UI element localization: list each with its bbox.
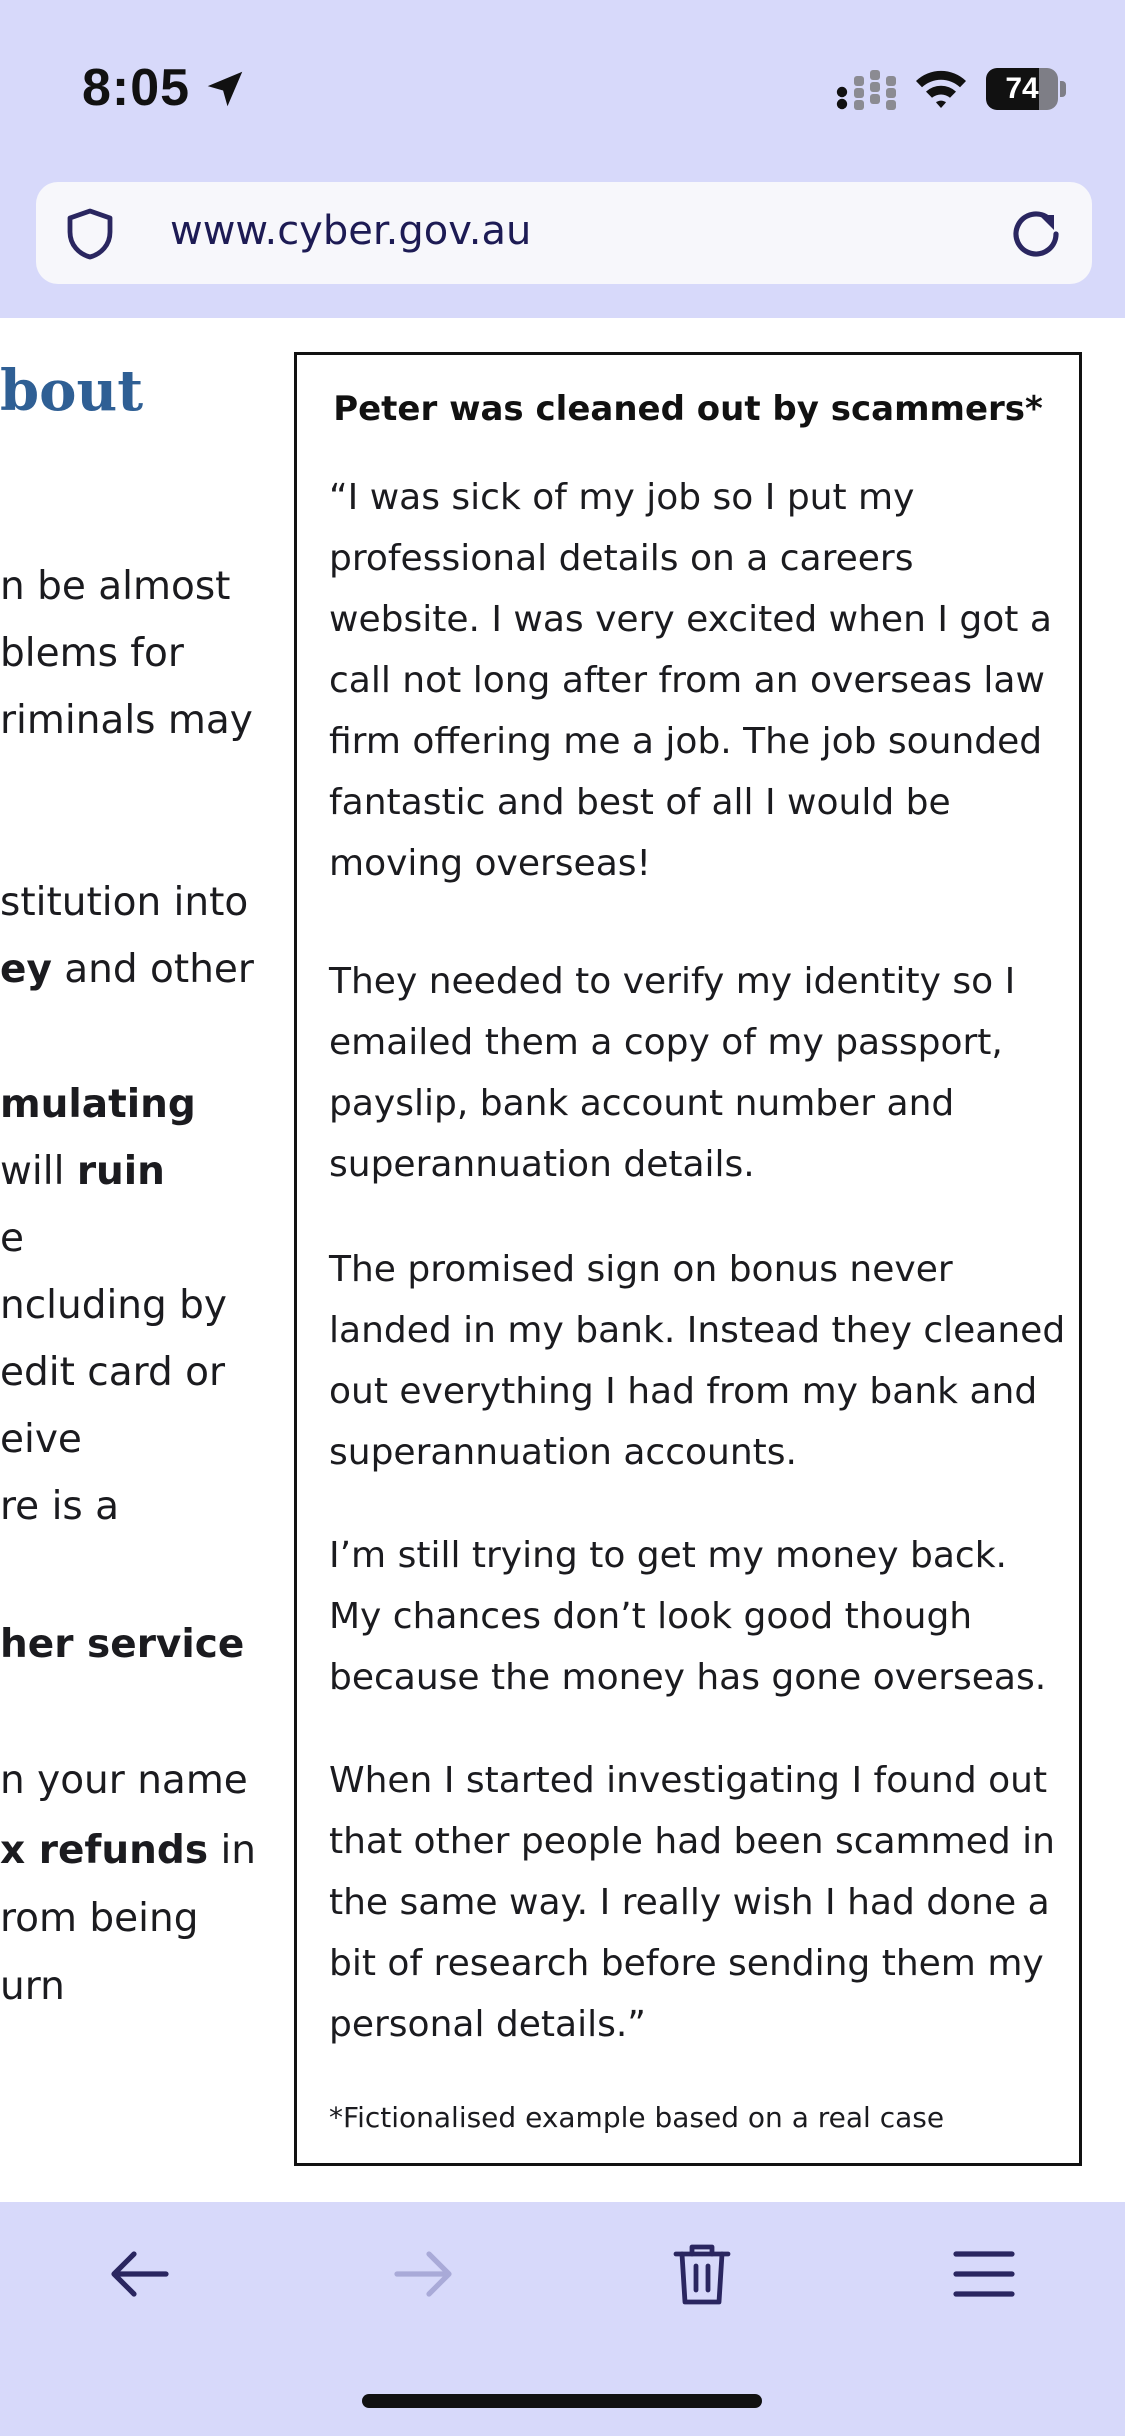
left-column-line: will ruin	[0, 1149, 165, 1194]
signal-icon	[836, 70, 896, 110]
case-study-box: Peter was cleaned out by scammers* “I wa…	[294, 352, 1082, 2166]
left-column-line: ey and other	[0, 947, 254, 992]
left-column-line: stitution into	[0, 880, 249, 925]
left-column-line: riminals may	[0, 698, 253, 743]
address-bar[interactable]: www.cyber.gov.au	[36, 182, 1092, 284]
arrow-left-icon	[111, 2251, 169, 2297]
left-column-line: n be almost	[0, 564, 231, 609]
left-column-line: her service	[0, 1622, 245, 1667]
reload-icon[interactable]	[1006, 204, 1066, 264]
left-column-line: edit card or	[0, 1350, 226, 1395]
battery-icon: 74	[986, 68, 1066, 110]
left-column-heading: bout	[0, 358, 144, 424]
left-column-line: eive	[0, 1417, 82, 1462]
hamburger-menu-icon	[953, 2251, 1015, 2297]
forward-button[interactable]	[383, 2234, 463, 2314]
url-text[interactable]: www.cyber.gov.au	[170, 208, 531, 254]
case-study-paragraph: The promised sign on bonus never landed …	[329, 1249, 1066, 1473]
left-column-line: e	[0, 1216, 24, 1261]
left-column-line: mulating	[0, 1082, 196, 1127]
battery-level: 74	[1005, 72, 1039, 105]
left-column-line: ncluding by	[0, 1283, 228, 1328]
left-column-line: n your name	[0, 1758, 248, 1803]
left-column-line: blems for	[0, 631, 184, 676]
left-column-line: rom being	[0, 1896, 199, 1941]
case-study-footnote: *Fictionalised example based on a real c…	[329, 2101, 945, 2134]
left-column-line: re is a	[0, 1484, 120, 1529]
location-arrow-icon	[207, 71, 243, 107]
case-study-paragraph: “I was sick of my job so I put my profes…	[329, 477, 1052, 884]
case-study-title: Peter was cleaned out by scammers*	[333, 389, 1043, 429]
left-column-line: urn	[0, 1964, 65, 2009]
wifi-icon	[916, 70, 966, 108]
home-indicator[interactable]	[362, 2394, 762, 2408]
case-study-paragraph: They needed to verify my identity so I e…	[329, 961, 1016, 1185]
back-button[interactable]	[100, 2234, 180, 2314]
web-page-content[interactable]: bout n be almost blems for riminals may …	[0, 318, 1125, 2202]
case-study-paragraph: When I started investigating I found out…	[329, 1760, 1055, 2045]
shield-icon[interactable]	[62, 206, 118, 262]
arrow-right-icon	[394, 2251, 452, 2297]
case-study-paragraph: I’m still trying to get my money back. M…	[329, 1535, 1047, 1698]
left-column-line: x refunds in	[0, 1828, 256, 1873]
status-time: 8:05	[82, 59, 191, 117]
menu-button[interactable]	[944, 2234, 1024, 2314]
delete-data-button[interactable]	[662, 2234, 742, 2314]
top-browser-chrome: 8:05 74 www.cyber.gov.au	[0, 0, 1125, 318]
trash-icon	[673, 2244, 731, 2305]
